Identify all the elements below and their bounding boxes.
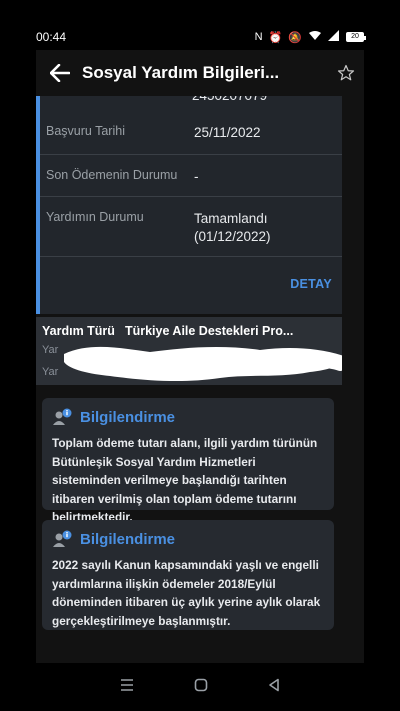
info-box: Bilgilendirme Toplam ödeme tutarı alanı,… — [42, 398, 334, 524]
divider — [40, 196, 342, 197]
info-box: Bilgilendirme 2022 sayılı Kanun kapsamın… — [42, 520, 334, 630]
faint-row-2: Yar — [42, 366, 59, 378]
faint-row-1: Yar — [42, 344, 59, 356]
signal-icon — [328, 30, 340, 44]
info-header: Bilgilendirme — [52, 530, 324, 548]
mute-icon: 🔕 — [288, 31, 302, 44]
detail-button[interactable]: DETAY — [290, 277, 332, 291]
user-info-icon — [52, 408, 74, 426]
nfc-icon: N — [254, 31, 263, 43]
home-icon[interactable] — [194, 678, 208, 697]
info-title: Bilgilendirme — [80, 408, 176, 426]
redaction-scribble — [64, 346, 342, 382]
info-body: Toplam ödeme tutarı alanı, ilgili yardım… — [52, 436, 318, 524]
info-body: 2022 sayılı Kanun kapsamındaki yaşlı ve … — [52, 558, 321, 628]
info-title: Bilgilendirme — [80, 530, 176, 548]
battery-icon: 20 — [346, 32, 366, 42]
detail-row-application-date: Başvuru Tarihi 25/11/2022 — [46, 124, 334, 142]
app-bar: Sosyal Yardım Bilgileri... — [36, 50, 364, 96]
aid-type-card[interactable]: Yardım Türü Türkiye Aile Destekleri Pro..… — [36, 317, 342, 385]
detail-row-last-payment: Son Ödemenin Durumu - — [46, 168, 334, 186]
divider — [40, 154, 342, 155]
status-bar: 00:44 N ⏰ 🔕 20 — [36, 26, 366, 48]
row-value: Tamamlandı (01/12/2022) — [194, 211, 271, 244]
navigation-bar — [36, 663, 364, 711]
row-value: 25/11/2022 — [194, 125, 261, 140]
status-time: 00:44 — [36, 30, 67, 44]
detail-card: 2450207079 Başvuru Tarihi 25/11/2022 Son… — [36, 96, 342, 314]
arrow-left-icon[interactable] — [40, 50, 80, 96]
content-area: 2450207079 Başvuru Tarihi 25/11/2022 Son… — [36, 96, 342, 663]
alarm-icon: ⏰ — [268, 31, 283, 44]
wifi-icon — [308, 30, 322, 44]
divider — [40, 256, 342, 257]
back-triangle-icon[interactable] — [268, 678, 280, 697]
status-icons: N ⏰ 🔕 20 — [254, 30, 366, 44]
row-value: - — [194, 169, 199, 184]
row-label: Başvuru Tarihi — [46, 124, 125, 138]
user-info-icon — [52, 530, 74, 548]
row-label: Yardımın Durumu — [46, 210, 144, 224]
scroll-strip — [342, 96, 364, 663]
phone-screen: 00:44 N ⏰ 🔕 20 Sosyal Yardım Bilgileri..… — [0, 0, 400, 711]
page-title: Sosyal Yardım Bilgileri... — [82, 63, 280, 82]
info-header: Bilgilendirme — [52, 408, 324, 426]
menu-icon[interactable] — [120, 678, 134, 696]
detail-row-aid-status: Yardımın Durumu Tamamlandı (01/12/2022) — [46, 210, 334, 246]
row-label: Son Ödemenin Durumu — [46, 168, 178, 182]
star-outline-icon[interactable] — [328, 50, 364, 96]
cut-off-value: 2450207079 — [192, 96, 267, 103]
